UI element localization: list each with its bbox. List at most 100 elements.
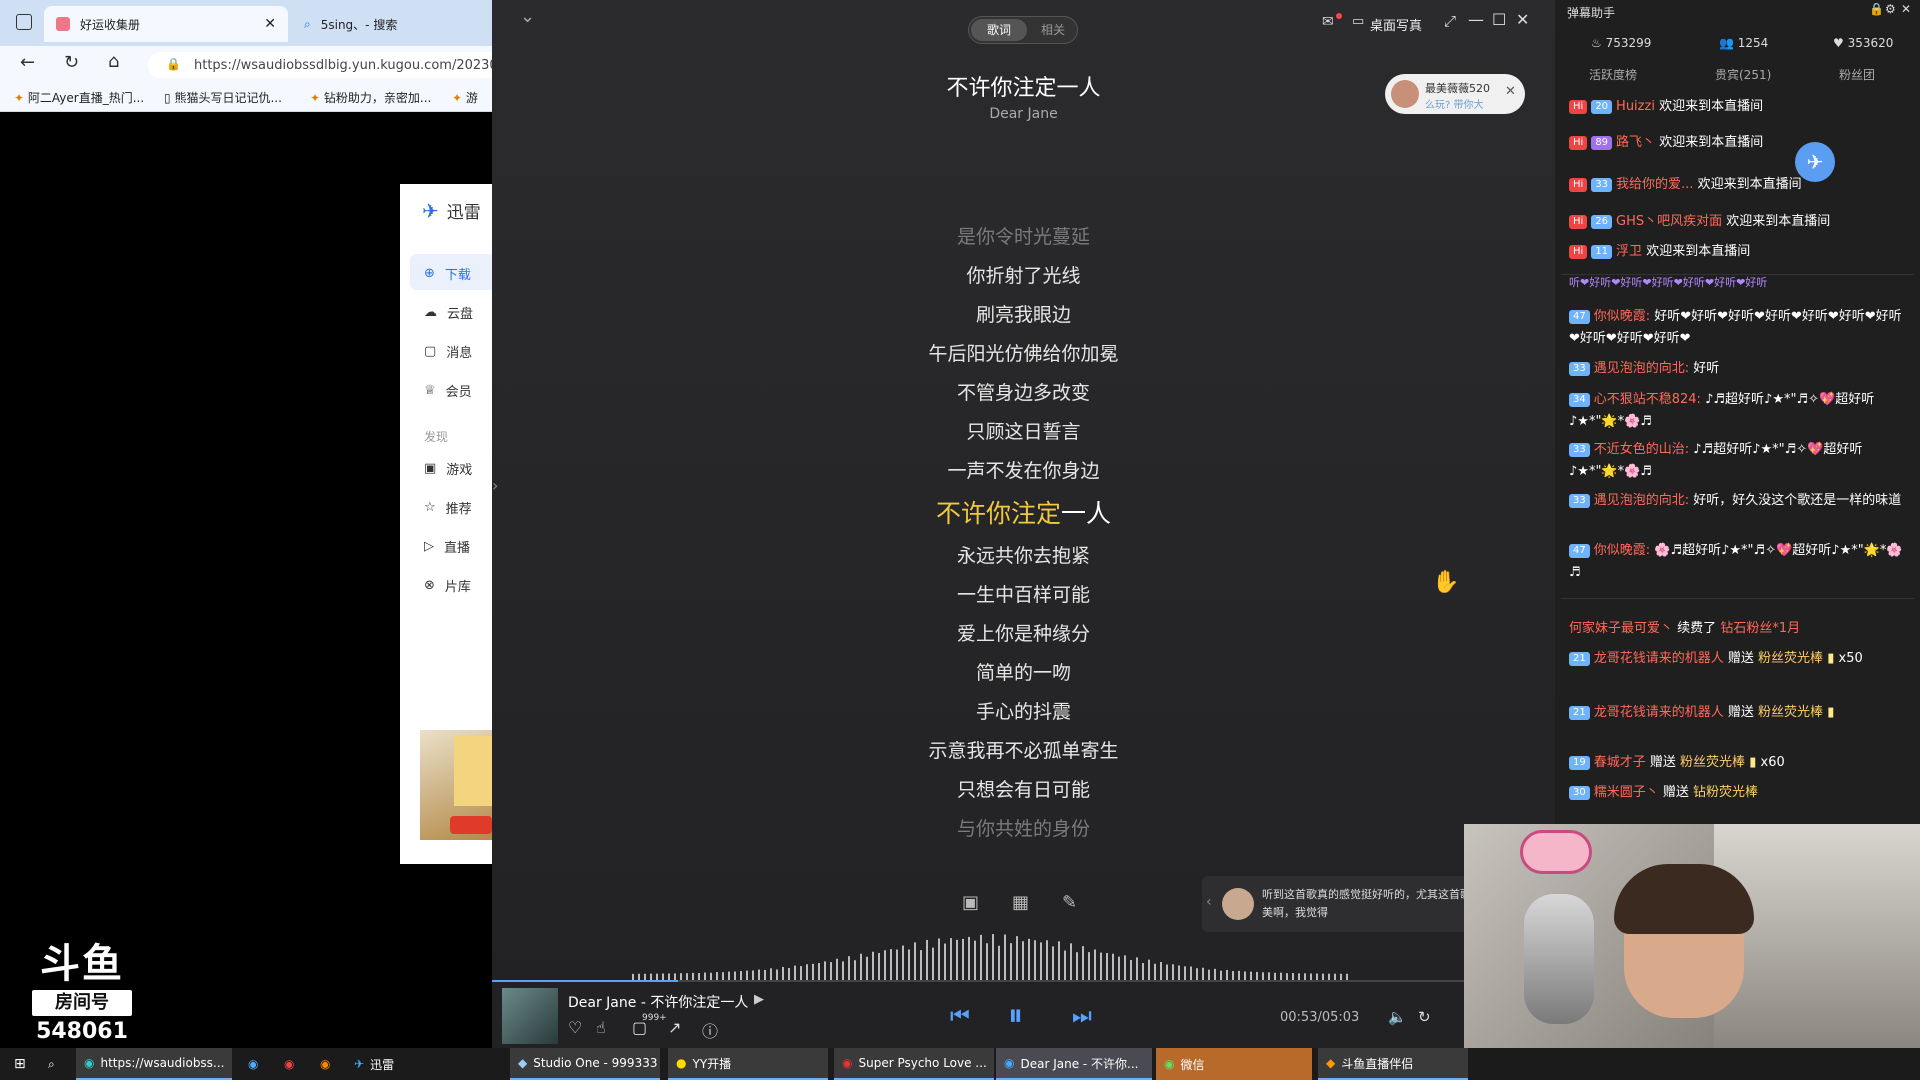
loop-icon[interactable]: ↻ <box>1418 1008 1431 1026</box>
username[interactable]: 糯米圆子丶 <box>1594 785 1659 800</box>
popup-card[interactable]: 最美薇薇520 么玩? 带你大 ✕ <box>1385 74 1525 114</box>
message-text: 欢迎来到本直播间 <box>1659 99 1764 114</box>
close-icon[interactable]: ✕ <box>1505 84 1516 99</box>
progress-track[interactable] <box>492 980 1555 982</box>
bookmark-2[interactable]: ▯ 熊猫头写日记记仇... <box>164 89 282 106</box>
username[interactable]: 遇见泡泡的向北: <box>1594 493 1689 508</box>
taskbar-item-firefox[interactable]: ◉ <box>312 1048 338 1080</box>
username[interactable]: 我给你的爱... <box>1616 177 1693 192</box>
ad-banner[interactable] <box>420 730 492 840</box>
share-icon[interactable]: ↗ <box>668 1018 681 1037</box>
bookmark-3[interactable]: ✦ 钻粉助力，亲密加... <box>310 89 431 106</box>
previous-icon[interactable]: ⏮ <box>950 1004 970 1029</box>
desktop-icon[interactable]: ▭ <box>1352 14 1364 29</box>
collapse-chevron-icon[interactable]: ⌄ <box>520 6 535 27</box>
search-button[interactable]: ⌕ <box>40 1048 63 1080</box>
fullscreen-icon[interactable]: ⤢ <box>1444 12 1456 30</box>
volume-icon[interactable]: 🔈 <box>1388 1008 1407 1026</box>
username[interactable]: Huizzi <box>1616 99 1655 114</box>
taskbar-item-wechat[interactable]: ◉ 微信 <box>1156 1048 1312 1080</box>
username[interactable]: 何家妹子最可爱丶 <box>1569 621 1673 636</box>
close-icon[interactable]: ✕ <box>1901 2 1911 16</box>
username[interactable]: GHS丶吧风疾对面 <box>1616 214 1722 229</box>
taskbar-item-studio-one[interactable]: ◆ Studio One - 999333 <box>510 1048 660 1080</box>
spectrum-bar <box>1064 950 1066 980</box>
sidebar-item-vip[interactable]: ♕ 会员 <box>424 381 472 400</box>
username[interactable]: 遇见泡泡的向北: <box>1594 361 1689 376</box>
tab-lyrics[interactable]: 歌词 <box>971 19 1027 41</box>
username[interactable]: 龙哥花钱请来的机器人 <box>1594 651 1724 666</box>
sidebar-item-cloud[interactable]: ☁ 云盘 <box>424 303 473 322</box>
home-icon[interactable]: ⌂ <box>108 51 119 72</box>
username[interactable]: 你似晚霞: <box>1594 543 1650 558</box>
now-playing-title[interactable]: Dear Jane - 不许你注定一人 <box>568 992 748 1012</box>
ad-button[interactable] <box>450 816 492 834</box>
close-icon[interactable]: ✕ <box>264 16 276 32</box>
pause-icon[interactable]: ⏸ <box>1008 998 1023 1033</box>
mic-icon[interactable]: ✎ <box>1062 892 1077 913</box>
sidebar-item-download[interactable]: ⊕ 下载 <box>424 264 471 283</box>
tab-vip[interactable]: 贵宾(251) <box>1715 66 1771 83</box>
tab-2[interactable]: ⌕ 5sing、- 搜索 <box>292 6 492 42</box>
back-icon[interactable]: ← <box>20 52 35 73</box>
taskbar-item-kugou[interactable]: ◉ Dear Jane - 不许你... <box>996 1048 1152 1080</box>
spectrum-bar <box>992 934 994 980</box>
mv-icon[interactable]: ▦ <box>1012 892 1029 913</box>
taskbar-item-browser[interactable]: ◉ https://wsaudiobss... <box>76 1048 232 1080</box>
bookmark-4[interactable]: ✦ 游 <box>452 89 478 106</box>
desktop-photo-button[interactable]: 桌面写真 <box>1370 15 1422 34</box>
sidebar-item-live[interactable]: ▷ 直播 <box>424 537 470 556</box>
username[interactable]: 龙哥花钱请来的机器人 <box>1594 705 1724 720</box>
tab-actions-icon[interactable] <box>16 14 32 30</box>
url-input[interactable]: 🔒 https://wsaudiobssdlbig.yun.kugou.com/… <box>148 52 502 78</box>
spectrum-bar <box>728 971 730 980</box>
hi-badge: Hi <box>1569 99 1588 114</box>
reload-icon[interactable]: ↻ <box>64 52 79 73</box>
lyric-line: 一声不发在你身边 <box>947 460 1100 482</box>
username[interactable]: 路飞丶 <box>1616 135 1655 150</box>
expand-chevron-icon[interactable]: › <box>492 476 498 495</box>
gear-icon[interactable]: ⚙ <box>1885 2 1896 16</box>
info-icon[interactable]: ⓘ <box>702 1018 718 1042</box>
close-icon[interactable]: ✕ <box>1516 10 1529 29</box>
spectrum-bar <box>1172 964 1174 980</box>
lock-icon[interactable]: 🔒 <box>1869 2 1884 16</box>
bookmark-label: 熊猫头写日记记仇... <box>174 91 282 105</box>
sidebar-item-label: 下载 <box>444 268 471 283</box>
tab-fans[interactable]: 粉丝团 <box>1839 66 1875 83</box>
thumbs-icon[interactable]: ☝ <box>596 1018 606 1037</box>
like-icon[interactable]: ♡ <box>568 1018 582 1037</box>
tab-activity[interactable]: 活跃度榜 <box>1589 66 1637 83</box>
tab-related[interactable]: 相关 <box>1031 19 1075 41</box>
minimize-icon[interactable]: — <box>1468 10 1484 29</box>
username[interactable]: 你似晚霞: <box>1594 309 1650 324</box>
taskbar-item-app[interactable]: ◉ <box>240 1048 266 1080</box>
sound-effect-icon[interactable]: ▣ <box>962 892 979 913</box>
sidebar-item-message[interactable]: ▢ 消息 <box>424 342 472 361</box>
bookmark-1[interactable]: ✦ 阿二Ayer直播_热门... <box>14 89 144 106</box>
sidebar-item-library[interactable]: ⊗ 片库 <box>424 576 471 595</box>
spectrum-bar <box>998 945 1000 980</box>
taskbar-item-netease[interactable]: ◉ Super Psycho Love ... <box>834 1048 994 1080</box>
username[interactable]: 浮卫 <box>1616 244 1642 259</box>
next-icon[interactable]: ⏭ <box>1072 1004 1092 1029</box>
welcome-row: Hi 33 我给你的爱... 欢迎来到本直播间 <box>1569 174 1910 196</box>
username[interactable]: 不近女色的山治: <box>1594 442 1689 457</box>
mail-icon[interactable]: ✉ <box>1322 14 1334 30</box>
gift-action: 续费了 <box>1677 621 1717 636</box>
maximize-icon[interactable]: ☐ <box>1492 10 1506 29</box>
start-button[interactable]: ⊞ <box>6 1048 34 1080</box>
album-cover[interactable] <box>502 988 558 1044</box>
tab-1[interactable]: 好运收集册 ✕ <box>44 6 288 42</box>
taskbar-item-xunlei[interactable]: ✈ 迅雷 <box>346 1048 402 1080</box>
message-text: 欢迎来到本直播间 <box>1646 244 1751 259</box>
sidebar-item-recommend[interactable]: ☆ 推荐 <box>424 498 472 517</box>
taskbar-item-chrome[interactable]: ◉ <box>276 1048 302 1080</box>
taskbar-item-douyu[interactable]: ◆ 斗鱼直播伴侣 <box>1318 1048 1468 1080</box>
username[interactable]: 心不狠站不稳824: <box>1594 392 1701 407</box>
douyu-logo: 斗鱼 <box>40 941 124 987</box>
sidebar-item-games[interactable]: ▣ 游戏 <box>424 459 472 478</box>
mv-badge-icon[interactable]: ▶ <box>754 992 764 1007</box>
username[interactable]: 春城才子 <box>1594 755 1646 770</box>
taskbar-item-yy[interactable]: ● YY开播 <box>668 1048 828 1080</box>
